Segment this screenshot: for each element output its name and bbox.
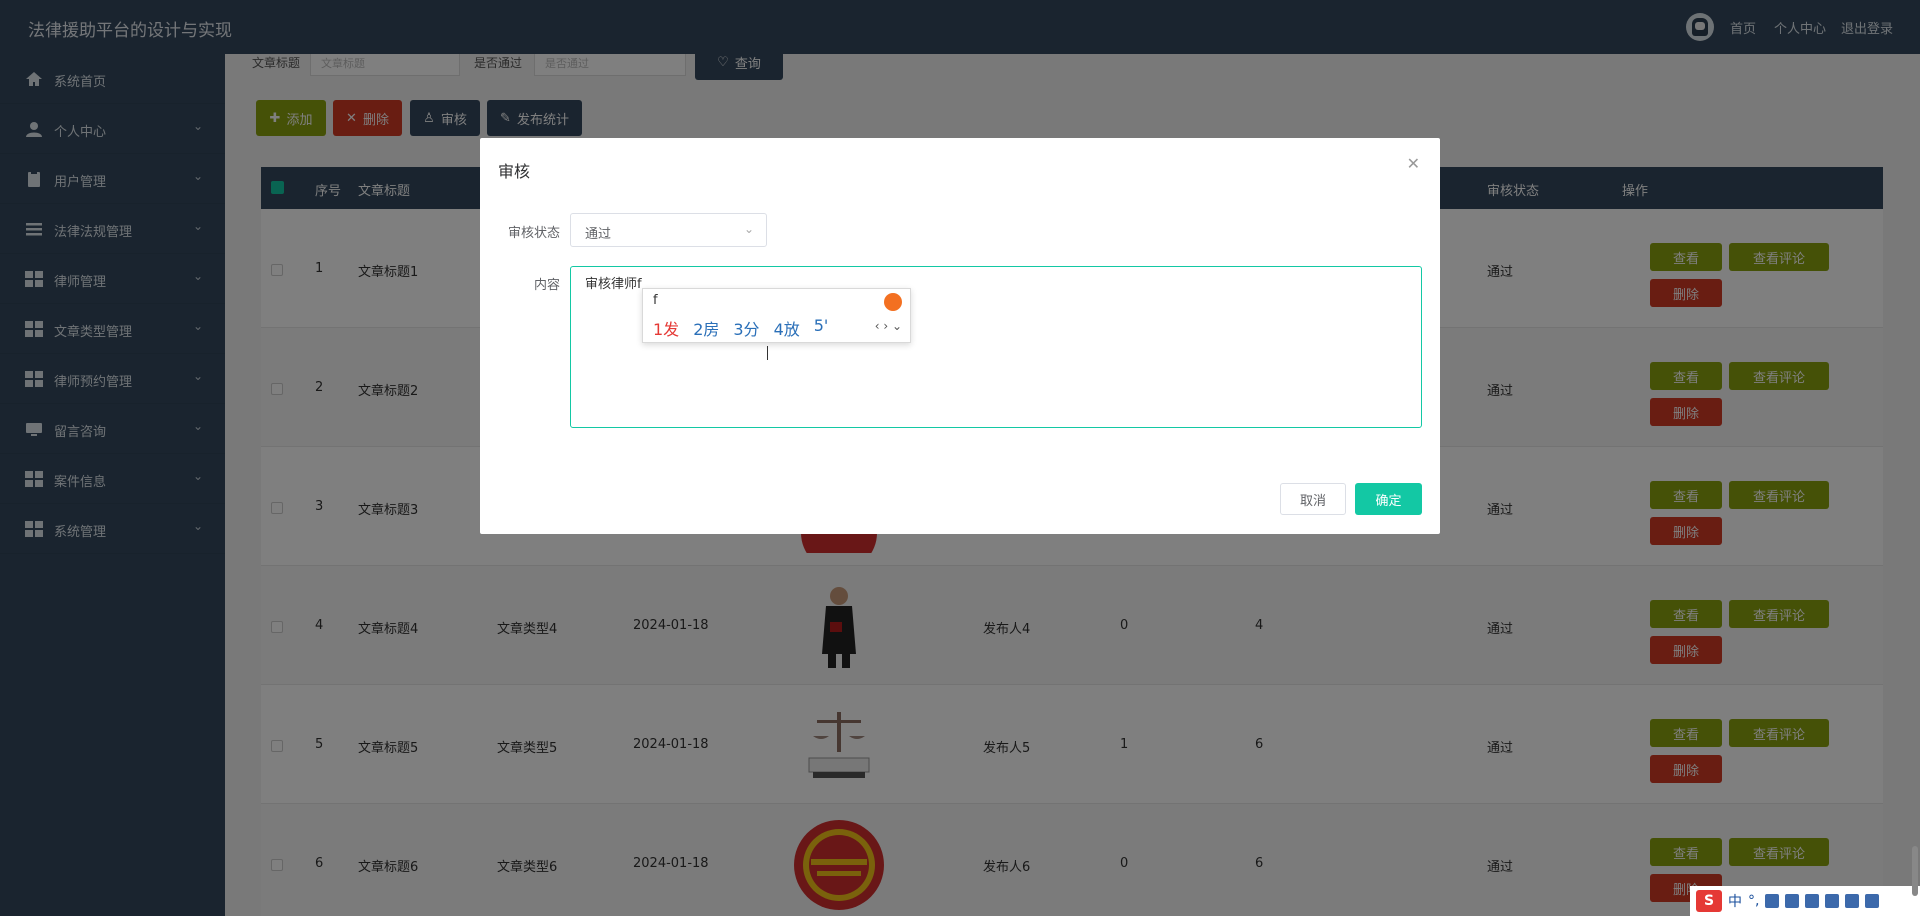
status-label: 审核状态	[508, 226, 561, 241]
ime-candidate[interactable]: 4放	[774, 316, 800, 340]
dialog-title: 审核	[498, 162, 531, 181]
content-text: 审核律师f	[585, 277, 642, 292]
apps-icon[interactable]	[1845, 894, 1860, 908]
chat-icon[interactable]	[1825, 894, 1840, 908]
ime-logo-icon	[884, 293, 902, 311]
ime-page-nav-icon[interactable]: ‹ › ⌄	[875, 319, 902, 333]
status-select[interactable]: 通过 ⌄	[570, 213, 767, 247]
keyboard-icon[interactable]	[1785, 894, 1800, 908]
scrollbar[interactable]	[1912, 846, 1918, 896]
ime-candidate[interactable]: 3分	[733, 316, 759, 340]
content-label: 内容	[534, 278, 561, 293]
system-tray: S 中 °,	[1690, 886, 1920, 916]
skin-icon[interactable]	[1805, 894, 1820, 908]
punct-icon[interactable]: °,	[1748, 893, 1759, 909]
ime-candidate[interactable]: 1发	[653, 316, 679, 340]
cancel-button[interactable]: 取消	[1280, 483, 1346, 515]
audit-dialog: 审核 ✕ 审核状态 通过 ⌄ 内容 审核律师f 取消 确定	[480, 138, 1440, 534]
ime-candidate[interactable]: 5'	[814, 316, 829, 340]
ime-pinyin: f	[653, 293, 658, 308]
settings-icon[interactable]	[1865, 894, 1880, 908]
sogou-icon[interactable]: S	[1696, 890, 1722, 912]
mic-icon[interactable]	[1765, 894, 1780, 908]
text-cursor-icon	[767, 346, 768, 360]
ime-candidate-window: f 1发 2房 3分 4放 5' ‹ › ⌄	[642, 288, 911, 343]
confirm-button[interactable]: 确定	[1355, 483, 1422, 515]
input-lang[interactable]: 中	[1728, 891, 1742, 911]
ime-candidate[interactable]: 2房	[693, 316, 719, 340]
ime-candidates: 1发 2房 3分 4放 5'	[653, 316, 828, 340]
close-icon[interactable]: ✕	[1407, 154, 1420, 173]
chevron-down-icon: ⌄	[743, 222, 754, 236]
status-select-value: 通过	[585, 227, 612, 242]
